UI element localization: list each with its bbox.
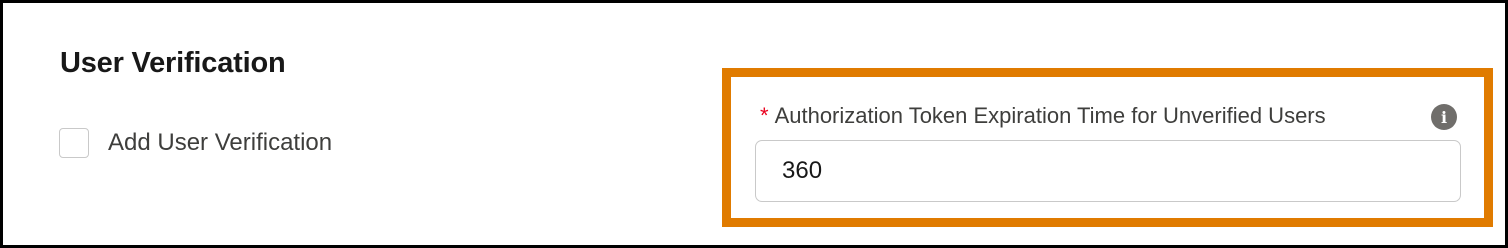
token-expiration-input[interactable] [755, 140, 1461, 202]
section-title: User Verification [60, 47, 286, 79]
field-label: Authorization Token Expiration Time for … [774, 103, 1326, 128]
field-label-row: * Authorization Token Expiration Time fo… [760, 103, 1326, 129]
add-user-verification-option[interactable]: Add User Verification [59, 128, 332, 158]
checkbox-label: Add User Verification [108, 129, 333, 156]
add-user-verification-checkbox[interactable] [59, 128, 89, 158]
required-indicator: * [760, 103, 769, 128]
info-icon[interactable]: i [1431, 104, 1457, 130]
panel-frame: User Verification Add User Verification … [0, 0, 1508, 248]
